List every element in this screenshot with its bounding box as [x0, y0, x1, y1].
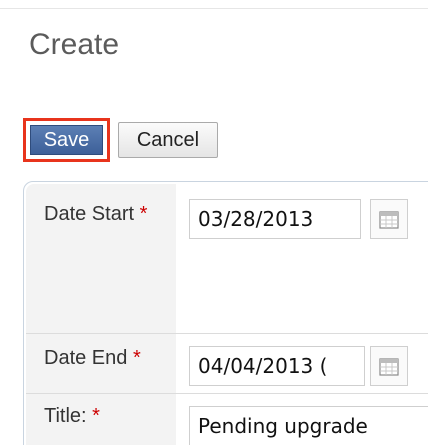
- date-end-calendar-button[interactable]: [370, 346, 408, 386]
- required-marker: *: [132, 347, 141, 369]
- record-form: Date Start * 03/28/2013 Date End * 04/04…: [23, 181, 428, 445]
- required-marker: *: [92, 405, 100, 427]
- date-start-calendar-button[interactable]: [370, 199, 408, 239]
- cancel-button[interactable]: Cancel: [118, 122, 218, 158]
- title-label: Title: *: [44, 405, 100, 427]
- create-page: Create Save Cancel Date Start * 03/28/20…: [0, 0, 428, 445]
- calendar-icon: [379, 211, 399, 229]
- top-divider: [0, 8, 428, 9]
- save-button-highlight: Save: [23, 118, 110, 162]
- date-start-label: Date Start *: [44, 203, 148, 225]
- date-end-field[interactable]: 04/04/2013 (: [189, 346, 365, 386]
- calendar-icon: [379, 358, 399, 376]
- row-divider: [26, 333, 428, 334]
- required-marker: *: [139, 203, 148, 225]
- save-button[interactable]: Save: [30, 125, 103, 155]
- date-start-field[interactable]: 03/28/2013: [189, 199, 361, 239]
- title-field[interactable]: Pending upgrade: [189, 406, 428, 445]
- date-end-label: Date End *: [44, 347, 141, 369]
- row-divider: [26, 393, 428, 394]
- page-title: Create: [29, 28, 120, 61]
